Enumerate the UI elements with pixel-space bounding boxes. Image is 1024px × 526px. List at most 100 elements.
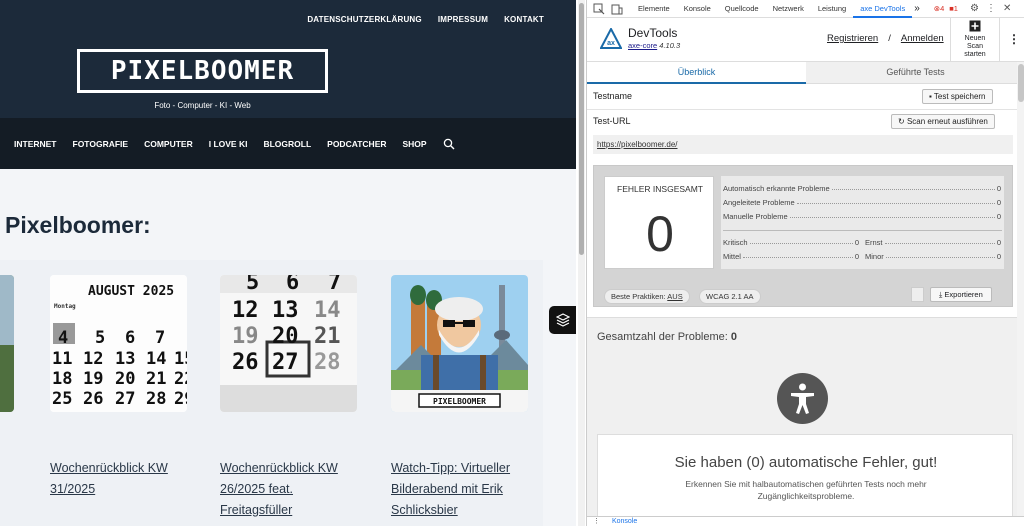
website-scrollbar[interactable]: [578, 0, 585, 526]
tab-quellcode[interactable]: Quellcode: [718, 4, 766, 13]
post-image-pixel-portrait[interactable]: PIXELBOOMER: [391, 275, 528, 412]
devtools-tab-bar: Elemente Konsole Quellcode Netzwerk Leis…: [587, 0, 1024, 18]
devtools-menu-icon[interactable]: ⋮: [986, 3, 996, 14]
devtools-scrollbar[interactable]: [1017, 62, 1024, 516]
new-scan-label-3: starten: [964, 51, 986, 58]
cal1-r2c4: 22: [174, 369, 187, 389]
best-practices-toggle[interactable]: Beste Praktiken: AUS: [604, 289, 690, 304]
issue-row-manual[interactable]: Manuelle Probleme 0: [723, 212, 1001, 221]
cal2-r0c2: 7: [328, 275, 341, 295]
devtools-panel: Elemente Konsole Quellcode Netzwerk Leis…: [586, 0, 1024, 526]
screenshot-root: DATENSCHUTZERKLÄRUNG IMPRESSUM KONTAKT P…: [0, 0, 1024, 526]
account-separator: /: [888, 33, 891, 44]
register-link[interactable]: Registrieren: [827, 33, 878, 44]
tab-konsole[interactable]: Konsole: [677, 4, 718, 13]
tab-elemente[interactable]: Elemente: [631, 4, 677, 13]
tab-gefuehrte-tests[interactable]: Geführte Tests: [806, 62, 1024, 84]
cal1-r2c1: 19: [83, 369, 103, 389]
axe-logo-text: ax: [607, 40, 615, 47]
tab-axe-devtools[interactable]: axe DevTools: [853, 0, 913, 18]
cal2-r1c0: 12: [232, 298, 259, 323]
site-tagline: Foto - Computer - KI - Web: [154, 101, 251, 110]
severity-serious-label: Ernst: [865, 238, 883, 247]
post-image-partial[interactable]: [0, 275, 14, 412]
share-icon[interactable]: [911, 287, 924, 302]
portrait-badge-text: PIXELBOOMER: [433, 397, 486, 406]
top-nav-datenschutz[interactable]: DATENSCHUTZERKLÄRUNG: [307, 15, 422, 24]
devtools-scrollbar-thumb[interactable]: [1018, 64, 1024, 102]
issue-row-auto-label: Automatisch erkannte Probleme: [723, 184, 830, 193]
wcag-level-badge[interactable]: WCAG 2.1 AA: [699, 289, 761, 304]
save-test-button[interactable]: ▪ Test speichern: [922, 89, 993, 104]
message-count[interactable]: ■1: [949, 4, 958, 13]
issue-row-auto-value: 0: [996, 184, 1001, 193]
test-url-label: Test-URL: [593, 116, 631, 126]
cal1-r1c4: 15: [174, 349, 187, 369]
test-name-label: Testname: [593, 91, 633, 101]
floating-widget-button[interactable]: [549, 306, 576, 334]
cal1-r1c2: 13: [115, 349, 135, 369]
error-count[interactable]: ⊗4: [934, 4, 944, 13]
main-nav: INTERNET FOTOGRAFIE COMPUTER I LOVE KI B…: [0, 118, 576, 169]
top-nav-kontakt[interactable]: KONTAKT: [504, 15, 544, 24]
nav-i-love-ki[interactable]: I LOVE KI: [209, 139, 248, 149]
tab-leistung[interactable]: Leistung: [811, 4, 853, 13]
severity-minor[interactable]: Minor 0: [865, 252, 1001, 261]
export-label: Exportieren: [944, 290, 983, 299]
more-tabs-icon[interactable]: »: [914, 3, 920, 14]
drawer-menu-icon[interactable]: ⋮: [593, 518, 600, 525]
nav-blogroll[interactable]: BLOGROLL: [263, 139, 311, 149]
cal1-r3c3: 28: [146, 389, 166, 409]
nav-shop[interactable]: SHOP: [403, 139, 427, 149]
close-devtools-icon[interactable]: ✕: [1003, 3, 1011, 14]
tab-ueberblick[interactable]: Überblick: [587, 62, 806, 84]
cal1-r2c3: 21: [146, 369, 166, 389]
issue-row-guided[interactable]: Angeleitete Probleme 0: [723, 198, 1001, 207]
total-problems-label: Gesamtzahl der Probleme:: [597, 331, 728, 343]
rescan-label: Scan erneut ausführen: [906, 117, 988, 126]
axe-version-number: 4.10.3: [659, 41, 681, 50]
test-url-value[interactable]: https://pixelboomer.de/: [593, 135, 1013, 154]
cal2-r3c1: 27: [272, 350, 299, 375]
axe-core-link[interactable]: axe-core: [628, 41, 657, 50]
axe-menu-icon[interactable]: ⋮: [1008, 32, 1020, 46]
rescan-button[interactable]: ↻ Scan erneut ausführen: [891, 114, 995, 129]
inspect-element-icon[interactable]: [593, 3, 605, 15]
cal1-r2c0: 18: [52, 369, 72, 389]
cal2-r3c2: 28: [314, 350, 341, 375]
post-image-calendar-27[interactable]: 5 6 7 12 13 14 19 20 21 26 27 28: [220, 275, 357, 412]
account-links: Registrieren / Anmelden: [827, 33, 944, 44]
settings-gear-icon[interactable]: ⚙: [970, 3, 979, 14]
post-title-3[interactable]: Watch-Tipp: Virtueller Bilderabend mit E…: [391, 458, 531, 521]
post-title-1[interactable]: Wochenrückblick KW 31/2025: [50, 458, 190, 500]
nav-podcatcher[interactable]: PODCATCHER: [327, 139, 386, 149]
total-problems-heading: Gesamtzahl der Probleme: 0: [597, 331, 737, 343]
layers-icon: [555, 313, 570, 327]
device-toolbar-icon[interactable]: [611, 3, 623, 15]
severity-serious[interactable]: Ernst 0: [865, 238, 1001, 247]
nav-internet[interactable]: INTERNET: [14, 139, 57, 149]
login-link[interactable]: Anmelden: [901, 33, 944, 44]
issue-row-auto[interactable]: Automatisch erkannte Probleme 0: [723, 184, 1001, 193]
nav-fotografie[interactable]: FOTOGRAFIE: [73, 139, 129, 149]
new-scan-label-2: Scan: [967, 43, 983, 50]
post-title-2[interactable]: Wochenrückblick KW 26/2025 feat. Freitag…: [220, 458, 360, 521]
site-logo[interactable]: PIXELBOOMER: [77, 49, 328, 93]
nav-computer[interactable]: COMPUTER: [144, 139, 193, 149]
export-button[interactable]: ⤓ Exportieren: [930, 287, 992, 302]
console-drawer-bar[interactable]: ⋮ Konsole: [587, 516, 1024, 526]
severity-critical[interactable]: Kritisch 0: [723, 238, 859, 247]
tab-netzwerk[interactable]: Netzwerk: [766, 4, 811, 13]
search-icon[interactable]: [443, 138, 455, 150]
cal1-r0c2: 6: [125, 328, 135, 348]
post-image-calendar-august[interactable]: AUGUST 2025 Montag 4 5 6 7 11 12 13 14 1…: [50, 275, 187, 412]
top-nav-impressum[interactable]: IMPRESSUM: [438, 15, 488, 24]
accessibility-icon: [777, 373, 828, 424]
website-scrollbar-thumb[interactable]: [579, 3, 584, 255]
new-scan-button[interactable]: Neuen Scan starten: [950, 18, 1000, 62]
site-header: DATENSCHUTZERKLÄRUNG IMPRESSUM KONTAKT P…: [0, 0, 576, 118]
severity-moderate[interactable]: Mittel 0: [723, 252, 859, 261]
issue-breakdown: Automatisch erkannte Probleme 0 Angeleite…: [721, 176, 1004, 269]
axe-logo-icon: ax: [600, 28, 622, 49]
console-drawer-tab[interactable]: Konsole: [612, 518, 637, 525]
